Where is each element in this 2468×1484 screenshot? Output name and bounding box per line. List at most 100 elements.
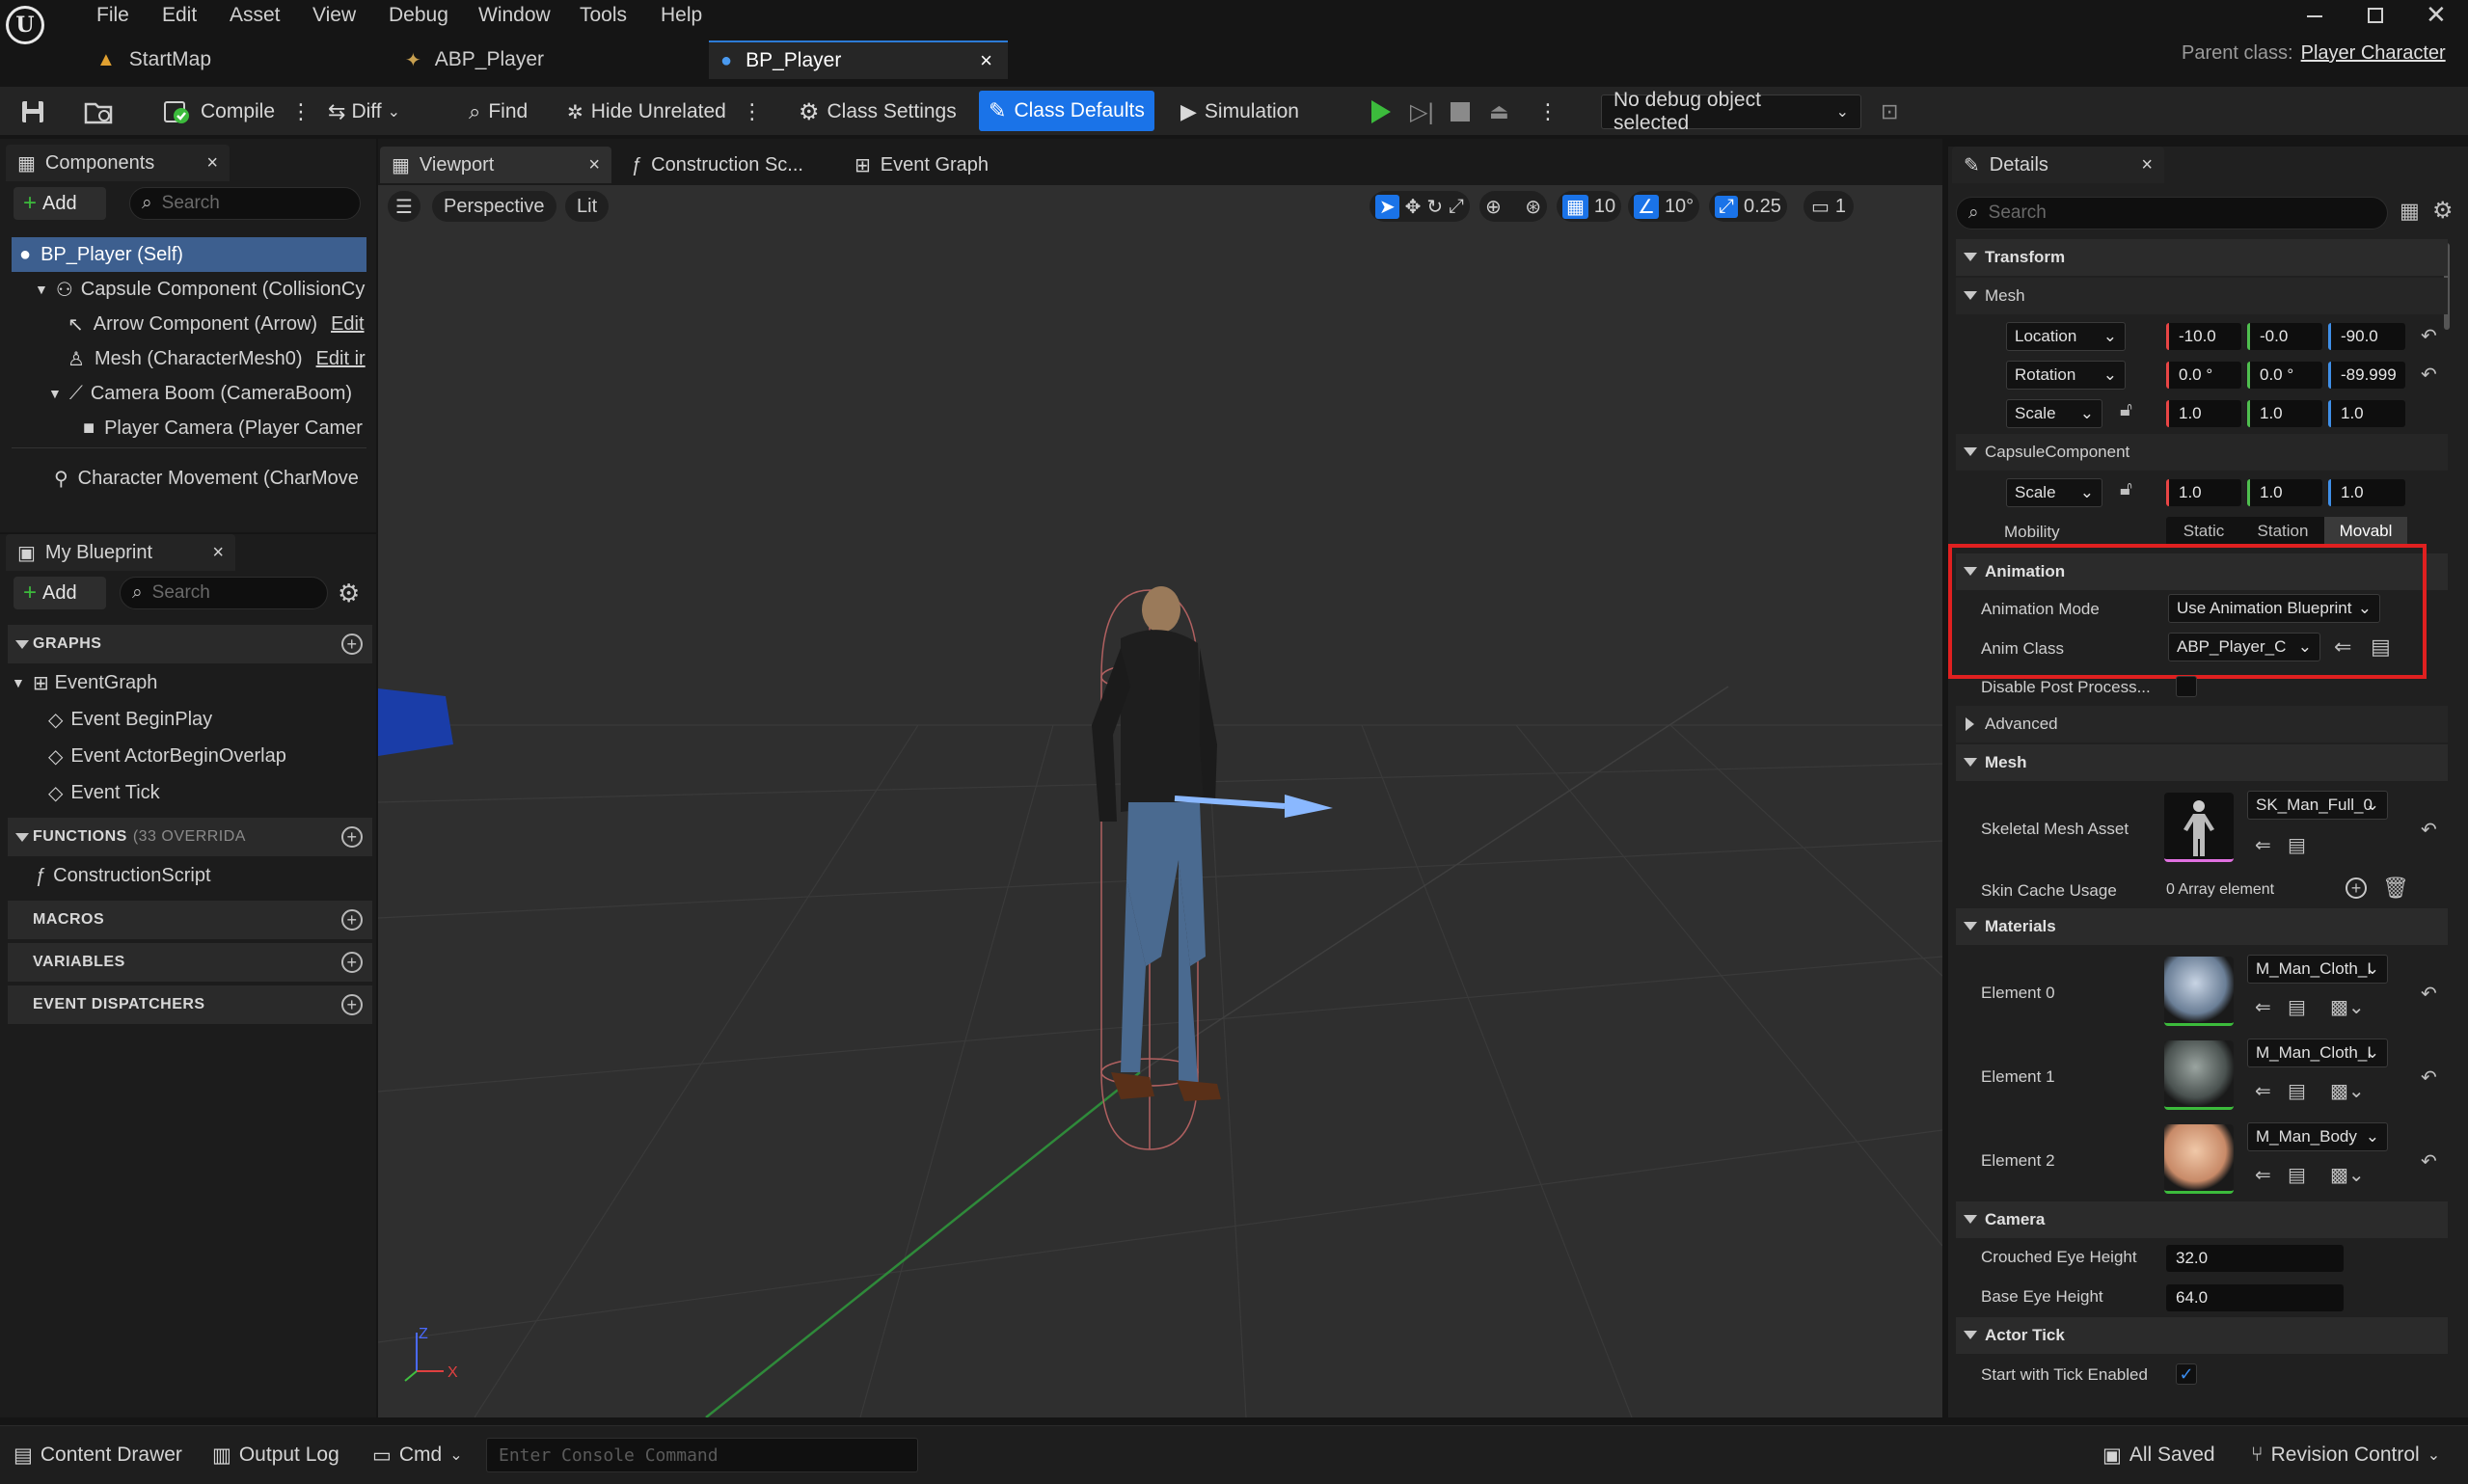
component-row-self[interactable]: ● BP_Player (Self) — [12, 237, 366, 272]
material-thumbnail[interactable] — [2164, 957, 2234, 1026]
find-button[interactable]: ⌕ Find — [469, 94, 528, 129]
skeletal-mesh-thumbnail[interactable] — [2164, 793, 2234, 862]
rotation-z-input[interactable]: -89.999 — [2328, 362, 2405, 389]
reset-icon[interactable]: ↶ — [2421, 818, 2437, 842]
camera-speed-button[interactable]: ▭ 1 — [1804, 191, 1855, 222]
table-view-icon[interactable]: ▦ — [2400, 199, 2420, 224]
actor-tick-section[interactable]: Actor Tick — [1956, 1317, 2448, 1354]
capsule-subsection[interactable]: CapsuleComponent — [1956, 434, 2448, 471]
component-row-mesh[interactable]: ♙ Mesh (CharacterMesh0) Edit ir — [68, 341, 366, 376]
lock-icon[interactable]: 🔓︎ — [2120, 478, 2132, 500]
graph-event-tick[interactable]: ◇ Event Tick — [48, 775, 366, 810]
my-blueprint-tab[interactable]: ▣ My Blueprint × — [6, 534, 235, 571]
blueprint-search-input[interactable]: ⌕ Search — [120, 577, 328, 609]
play-button[interactable] — [1368, 94, 1393, 129]
graph-eventgraph[interactable]: ▼ ⊞ EventGraph — [12, 665, 368, 700]
menu-asset[interactable]: Asset — [230, 4, 281, 27]
save-icon[interactable] — [19, 94, 46, 129]
component-row-player-camera[interactable]: ■ Player Camera (Player Camer — [83, 411, 366, 445]
output-log-button[interactable]: ▥ Output Log — [212, 1438, 339, 1472]
location-y-input[interactable]: -0.0 — [2247, 323, 2322, 350]
edit-link[interactable]: Edit — [331, 313, 364, 336]
scale-y-input[interactable]: 1.0 — [2247, 400, 2322, 427]
add-macro-icon[interactable]: + — [341, 909, 363, 931]
browse-icon[interactable] — [83, 94, 114, 129]
menu-view[interactable]: View — [312, 4, 356, 27]
debug-filter-icon[interactable]: ⊡ — [1881, 94, 1898, 129]
tab-startmap[interactable]: ▲ StartMap — [96, 40, 386, 79]
console-command-input[interactable]: Enter Console Command — [486, 1438, 918, 1472]
material-dropdown[interactable]: M_Man_Cloth_I ⌄ — [2247, 955, 2388, 984]
world-icon[interactable]: ⊕ — [1485, 195, 1502, 219]
use-selected-icon[interactable]: ⇐ — [2255, 833, 2271, 857]
use-selected-icon[interactable]: ⇐ — [2255, 995, 2271, 1019]
menu-edit[interactable]: Edit — [162, 4, 197, 27]
perspective-button[interactable]: Perspective — [432, 191, 556, 222]
components-search-input[interactable]: ⌕ Search — [129, 187, 361, 220]
stop-button[interactable] — [1451, 94, 1470, 129]
grid-snap-button[interactable]: ▦ 10 — [1557, 191, 1622, 222]
diff-button[interactable]: ⇆ Diff ⌄ — [328, 94, 400, 129]
graphs-section-header[interactable]: GRAPHS + — [8, 625, 372, 663]
reset-icon[interactable]: ↶ — [2421, 1149, 2437, 1174]
mobility-static[interactable]: Static — [2166, 522, 2241, 541]
close-window-icon[interactable]: ✕ — [2426, 0, 2447, 30]
rotation-snap-button[interactable]: ∠ 10° — [1628, 191, 1700, 222]
browse-asset-icon[interactable]: ▤ — [2288, 1079, 2306, 1103]
simulation-button[interactable]: ▶ Simulation — [1180, 94, 1299, 129]
minimize-icon[interactable] — [2307, 15, 2322, 17]
use-selected-icon[interactable]: ⇐ — [2255, 1163, 2271, 1187]
rotation-dropdown[interactable]: Rotation ⌄ — [2006, 361, 2126, 390]
lit-button[interactable]: Lit — [565, 191, 610, 222]
location-dropdown[interactable]: Location ⌄ — [2006, 322, 2126, 351]
mobility-movable[interactable]: Movabl — [2324, 517, 2407, 546]
scale-dropdown[interactable]: Scale ⌄ — [2006, 399, 2102, 428]
cmd-dropdown[interactable]: ▭ Cmd ⌄ — [372, 1438, 463, 1472]
close-icon[interactable]: × — [588, 154, 600, 176]
mesh-transform-subsection[interactable]: Mesh — [1956, 278, 2448, 314]
material-dropdown[interactable]: M_Man_Body ⌄ — [2247, 1122, 2388, 1151]
step-button[interactable]: ▷| — [1410, 94, 1434, 129]
all-saved-button[interactable]: ▣ All Saved — [2102, 1438, 2215, 1472]
scale-snap-button[interactable]: ⤢ 0.25 — [1709, 191, 1787, 222]
tab-close-button[interactable]: × — [980, 48, 992, 73]
capsule-scale-dropdown[interactable]: Scale ⌄ — [2006, 478, 2102, 507]
scale-x-input[interactable]: 1.0 — [2166, 400, 2241, 427]
mesh-section[interactable]: Mesh — [1956, 744, 2448, 781]
add-component-button[interactable]: + Add — [14, 187, 106, 220]
checker-icon[interactable]: ▩⌄ — [2330, 995, 2365, 1019]
reset-icon[interactable]: ↶ — [2421, 363, 2437, 387]
scale-icon[interactable]: ⤢ — [1449, 196, 1464, 218]
material-dropdown[interactable]: M_Man_Cloth_I ⌄ — [2247, 1039, 2388, 1067]
class-defaults-button[interactable]: ✎ Class Defaults — [979, 91, 1154, 131]
debug-object-dropdown[interactable]: No debug object selected ⌄ — [1601, 89, 1861, 134]
scale-z-input[interactable]: 1.0 — [2328, 400, 2405, 427]
disable-post-process-checkbox[interactable] — [2176, 676, 2197, 697]
compile-button[interactable]: Compile ⋮ — [162, 94, 312, 129]
base-eye-height-input[interactable]: 64.0 — [2166, 1284, 2344, 1311]
component-row-capsule[interactable]: ▼ ⚇ Capsule Component (CollisionCy — [35, 272, 366, 307]
use-selected-icon[interactable]: ⇐ — [2255, 1079, 2271, 1103]
start-tick-checkbox[interactable]: ✓ — [2176, 1363, 2197, 1385]
component-row-arrow[interactable]: ↖ Arrow Component (Arrow) Edit — [68, 307, 366, 341]
unreal-logo-icon[interactable]: U — [6, 6, 44, 44]
add-blueprint-item-button[interactable]: + Add — [14, 577, 106, 609]
checker-icon[interactable]: ▩⌄ — [2330, 1079, 2365, 1103]
hide-unrelated-button[interactable]: ✲ Hide Unrelated ⋮ — [567, 94, 763, 129]
restore-icon[interactable] — [2368, 8, 2383, 23]
edit-link[interactable]: Edit ir — [316, 348, 366, 370]
kebab-icon[interactable]: ⋮ — [290, 99, 312, 124]
capsule-scale-y-input[interactable]: 1.0 — [2247, 479, 2322, 506]
lock-icon[interactable]: 🔓︎ — [2120, 399, 2132, 421]
close-icon[interactable]: × — [212, 542, 224, 564]
rotation-x-input[interactable]: 0.0 ° — [2166, 362, 2241, 389]
rotation-y-input[interactable]: 0.0 ° — [2247, 362, 2322, 389]
tab-abp-player[interactable]: ✦ ABP_Player — [405, 40, 694, 79]
menu-help[interactable]: Help — [661, 4, 702, 27]
transform-section[interactable]: Transform — [1956, 239, 2448, 276]
viewport-menu-button[interactable]: ☰ — [388, 191, 420, 222]
kebab-icon[interactable]: ⋮ — [1537, 94, 1559, 129]
surface-snap-icon[interactable]: ⊛ — [1525, 195, 1541, 219]
browse-asset-icon[interactable]: ▤ — [2288, 833, 2306, 857]
material-thumbnail[interactable] — [2164, 1040, 2234, 1110]
